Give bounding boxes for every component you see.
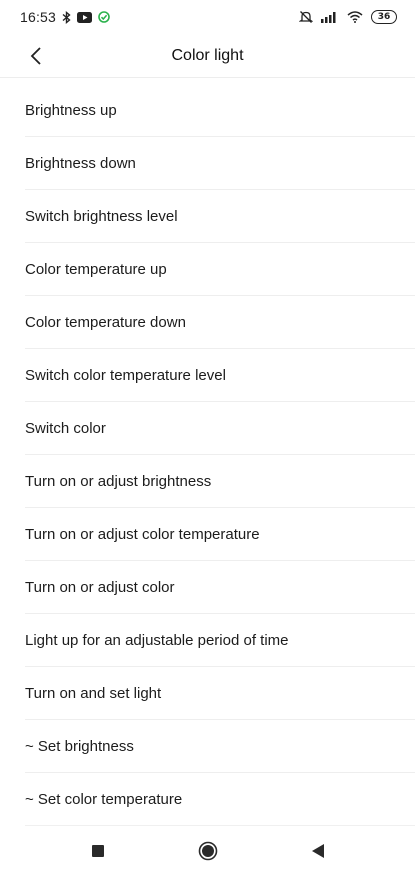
status-bar: 16:53 36 bbox=[0, 0, 415, 34]
mute-icon bbox=[299, 10, 313, 24]
list-item-label: Switch color temperature level bbox=[25, 366, 226, 384]
action-adjust-brightness[interactable]: Turn on or adjust brightness bbox=[25, 455, 415, 508]
action-adjust-color[interactable]: Turn on or adjust color bbox=[25, 561, 415, 614]
navigation-bar bbox=[0, 826, 415, 876]
action-adjust-color-temperature[interactable]: Turn on or adjust color temperature bbox=[25, 508, 415, 561]
list-item-label: Brightness down bbox=[25, 154, 136, 172]
status-right: 36 bbox=[299, 10, 397, 24]
action-brightness-down[interactable]: Brightness down bbox=[25, 137, 415, 190]
list-item-label: Turn on or adjust color bbox=[25, 578, 175, 596]
youtube-icon bbox=[77, 11, 93, 23]
list-item-label: Turn on or adjust color temperature bbox=[25, 525, 260, 543]
status-left: 16:53 bbox=[20, 9, 110, 25]
list-item-label: Color temperature up bbox=[25, 260, 167, 278]
list-item-label: Turn on or adjust brightness bbox=[25, 472, 212, 490]
action-switch-brightness-level[interactable]: Switch brightness level bbox=[25, 190, 415, 243]
home-circle-icon bbox=[198, 841, 217, 861]
action-light-up-timed[interactable]: Light up for an adjustable period of tim… bbox=[25, 614, 415, 667]
action-color-temperature-up[interactable]: Color temperature up bbox=[25, 243, 415, 296]
title-bar: Color light bbox=[0, 34, 415, 78]
action-color-temperature-down[interactable]: Color temperature down bbox=[25, 296, 415, 349]
list-item-label: Color temperature down bbox=[25, 313, 186, 331]
nav-back-button[interactable] bbox=[298, 831, 338, 871]
action-set-brightness[interactable]: ~ Set brightness bbox=[25, 720, 415, 773]
list-item-label: Switch brightness level bbox=[25, 207, 178, 225]
list-item-label: Switch color bbox=[25, 419, 106, 437]
list-item-label: Brightness up bbox=[25, 101, 117, 119]
action-switch-color-temperature-level[interactable]: Switch color temperature level bbox=[25, 349, 415, 402]
bluetooth-icon bbox=[62, 10, 71, 24]
action-list: Brightness up Brightness down Switch bri… bbox=[0, 84, 415, 826]
status-time: 16:53 bbox=[20, 9, 57, 25]
home-button[interactable] bbox=[188, 831, 228, 871]
back-button[interactable] bbox=[22, 42, 50, 70]
recents-button[interactable] bbox=[78, 831, 118, 871]
signal-icon bbox=[321, 11, 339, 23]
list-item-label: ~ Set color temperature bbox=[25, 790, 183, 808]
list-item-label: ~ Set brightness bbox=[25, 737, 134, 755]
action-switch-color[interactable]: Switch color bbox=[25, 402, 415, 455]
battery-level: 36 bbox=[377, 12, 391, 22]
page-title: Color light bbox=[171, 46, 244, 64]
list-item-label: Turn on and set light bbox=[25, 684, 162, 702]
wifi-icon bbox=[347, 11, 363, 23]
action-set-color-temperature[interactable]: ~ Set color temperature bbox=[25, 773, 415, 826]
back-triangle-icon bbox=[311, 844, 324, 858]
recents-square-icon bbox=[91, 845, 104, 857]
chevron-left-icon bbox=[30, 47, 41, 65]
list-item-label: Light up for an adjustable period of tim… bbox=[25, 631, 289, 649]
action-brightness-up[interactable]: Brightness up bbox=[25, 84, 415, 137]
battery-icon: 36 bbox=[371, 10, 397, 24]
sync-icon bbox=[98, 11, 110, 23]
action-turn-on-set-light[interactable]: Turn on and set light bbox=[25, 667, 415, 720]
